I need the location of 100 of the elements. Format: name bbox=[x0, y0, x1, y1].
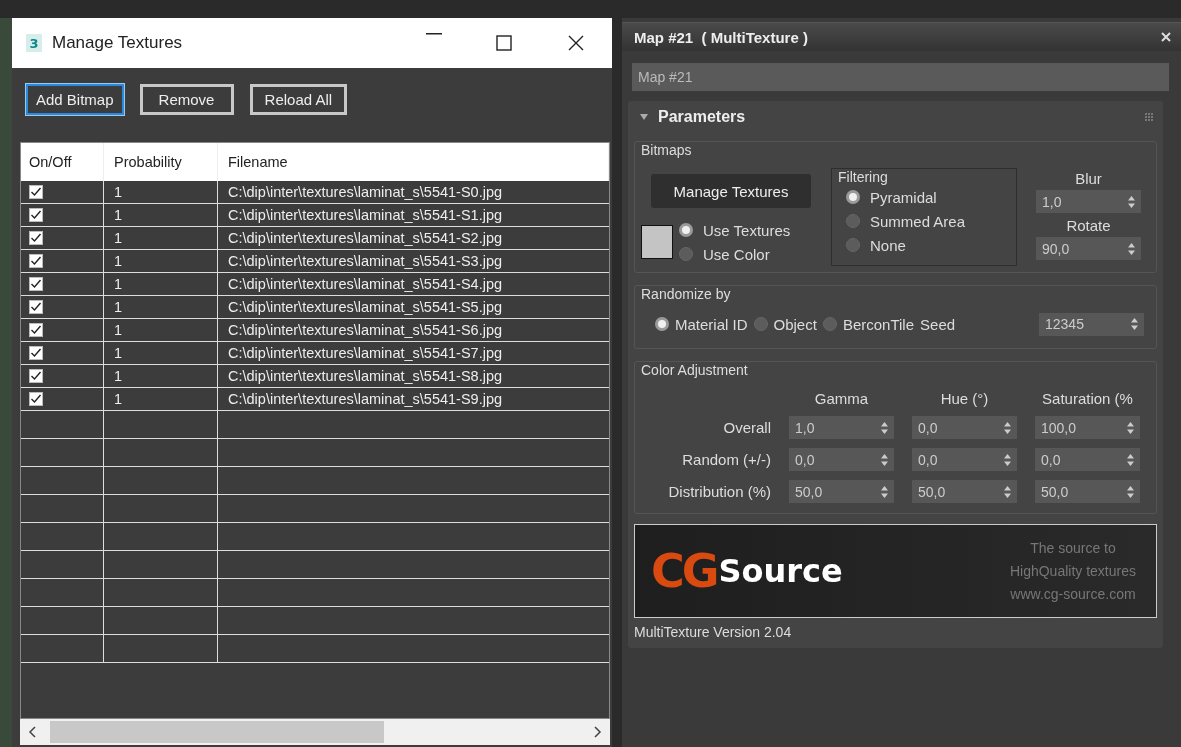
radio-label: Pyramidal bbox=[870, 188, 937, 206]
table-cell: 1 bbox=[104, 365, 218, 387]
scrollbar-thumb[interactable] bbox=[50, 721, 384, 743]
tagline-text: The source to bbox=[1029, 538, 1117, 558]
spinner-field[interactable]: 1,0 bbox=[789, 416, 894, 439]
column-header[interactable]: Probability bbox=[104, 143, 218, 181]
spinner-value: 50,0 bbox=[918, 483, 947, 500]
table-cell-text: C:\dip\inter\textures\laminat_s\5541-S3.jpg bbox=[227, 252, 504, 271]
radio-button[interactable] bbox=[753, 317, 768, 331]
minimize-icon bbox=[426, 33, 442, 35]
radio-label: Use Color bbox=[703, 245, 770, 263]
column-header[interactable]: On/Off bbox=[21, 143, 104, 181]
row-label: Distribution (%) bbox=[667, 483, 771, 500]
tagline-text: www.cg-source.com bbox=[1009, 584, 1136, 604]
spinner-field[interactable]: 0,0 bbox=[912, 448, 1017, 471]
table-cell: 1 bbox=[104, 388, 218, 410]
spinner-field[interactable]: 50,0 bbox=[912, 480, 1017, 503]
spinner-value: 12345 bbox=[1045, 316, 1085, 332]
toolbar-button[interactable]: Remove bbox=[139, 84, 234, 115]
checkbox[interactable] bbox=[29, 254, 43, 268]
checkbox[interactable] bbox=[29, 346, 43, 360]
table-cell: 1 bbox=[104, 273, 218, 295]
color-swatch[interactable] bbox=[641, 225, 673, 259]
checkbox[interactable] bbox=[29, 185, 43, 199]
row-label: Overall bbox=[722, 419, 771, 436]
spinner-arrows-icon bbox=[881, 485, 888, 498]
spinner-value: 0,0 bbox=[918, 451, 939, 468]
spinner-arrows-icon bbox=[1004, 485, 1011, 498]
spinner-field[interactable]: 50,0 bbox=[1035, 480, 1140, 503]
spinner-field[interactable]: 0,0 bbox=[912, 416, 1017, 439]
spinner-value: 0,0 bbox=[1041, 451, 1062, 468]
table-cell-text: C:\dip\inter\textures\laminat_s\5541-S4.jpg bbox=[227, 275, 504, 294]
table-cell: 1 bbox=[104, 296, 218, 318]
checkbox[interactable] bbox=[29, 208, 43, 222]
radio-button[interactable] bbox=[679, 247, 693, 261]
checkbox[interactable] bbox=[29, 300, 43, 314]
spinner-field[interactable]: 1,0 bbox=[1036, 190, 1141, 213]
table-cell-text: C:\dip\inter\textures\laminat_s\5541-S6.jpg bbox=[227, 321, 504, 340]
table-cell-text: C:\dip\inter\textures\laminat_s\5541-S9.jpg bbox=[227, 390, 504, 409]
toolbar-button[interactable]: Reload All bbox=[249, 84, 348, 115]
spinner-arrows-icon bbox=[1128, 195, 1135, 208]
row-label: Random (+/-) bbox=[681, 451, 771, 468]
toolbar-button[interactable]: Add Bitmap bbox=[26, 84, 124, 115]
table-cell: 1 bbox=[104, 250, 218, 272]
panel-title: Map #21 ( MultiTexture ) bbox=[634, 28, 809, 46]
spinner-value: 0,0 bbox=[918, 419, 939, 436]
column-header: Saturation (% bbox=[1041, 390, 1134, 407]
spinner-field[interactable]: 0,0 bbox=[1035, 448, 1140, 471]
table-cell: 1 bbox=[104, 342, 218, 364]
spinner-arrows-icon bbox=[1131, 318, 1138, 330]
table-cell: 1 bbox=[104, 319, 218, 341]
spinner-field[interactable]: 50,0 bbox=[789, 480, 894, 503]
field-label: Blur bbox=[1075, 170, 1102, 187]
app-icon: 3 bbox=[26, 34, 42, 52]
spinner-arrows-icon bbox=[881, 453, 888, 466]
spinner-arrows-icon bbox=[1127, 453, 1134, 466]
column-header: Gamma bbox=[813, 390, 870, 407]
spinner-field[interactable]: 12345 bbox=[1039, 312, 1144, 336]
table-cell: 1 bbox=[104, 181, 218, 203]
radio-label: None bbox=[870, 236, 906, 254]
radio-button[interactable] bbox=[846, 214, 860, 228]
window-title: Manage Textures bbox=[52, 33, 184, 53]
spinner-field[interactable]: 0,0 bbox=[789, 448, 894, 471]
spinner-value: 1,0 bbox=[1042, 193, 1063, 210]
radio-button[interactable] bbox=[846, 238, 860, 252]
table-cell-text: C:\dip\inter\textures\laminat_s\5541-S5.jpg bbox=[227, 298, 504, 317]
table-cell: 1 bbox=[104, 204, 218, 226]
spinner-field[interactable]: 100,0 bbox=[1035, 416, 1140, 439]
spinner-arrows-icon bbox=[881, 421, 888, 434]
checkbox[interactable] bbox=[29, 323, 43, 337]
close-icon bbox=[566, 33, 586, 53]
name-field[interactable]: Map #21 bbox=[632, 63, 1169, 91]
spinner-value: 50,0 bbox=[795, 483, 824, 500]
checkbox[interactable] bbox=[29, 392, 43, 406]
column-header[interactable]: Filename bbox=[218, 143, 609, 181]
checkbox[interactable] bbox=[29, 369, 43, 383]
rollout-title[interactable]: Parameters bbox=[658, 108, 1135, 126]
radio-label: Object bbox=[773, 315, 817, 333]
table-cell-text: C:\dip\inter\textures\laminat_s\5541-S8.jpg bbox=[227, 367, 504, 386]
spinner-arrows-icon bbox=[1128, 242, 1135, 255]
radio-button[interactable] bbox=[679, 223, 693, 237]
table-cell-text: C:\dip\inter\textures\laminat_s\5541-S0.jpg bbox=[227, 183, 504, 202]
checkbox[interactable] bbox=[29, 277, 43, 291]
spinner-field[interactable]: 90,0 bbox=[1036, 237, 1141, 260]
spinner-value: 90,0 bbox=[1042, 240, 1071, 257]
spinner-arrows-icon bbox=[1004, 421, 1011, 434]
radio-button[interactable] bbox=[846, 190, 860, 204]
spinner-value: 1,0 bbox=[795, 419, 816, 436]
horizontal-scrollbar[interactable] bbox=[20, 719, 610, 745]
radio-label: Use Textures bbox=[703, 221, 791, 239]
close-icon bbox=[1161, 32, 1171, 42]
radio-button[interactable] bbox=[822, 317, 837, 331]
radio-button[interactable] bbox=[655, 317, 669, 331]
radio-label: BerconTile bbox=[842, 315, 915, 333]
spinner-value: 50,0 bbox=[1041, 483, 1070, 500]
checkbox[interactable] bbox=[29, 231, 43, 245]
tagline-text: HighQuality textures bbox=[1009, 561, 1136, 581]
spinner-value: 0,0 bbox=[795, 451, 816, 468]
field-label: Seed bbox=[920, 315, 956, 333]
manage-textures-button[interactable]: Manage Textures bbox=[651, 174, 811, 208]
